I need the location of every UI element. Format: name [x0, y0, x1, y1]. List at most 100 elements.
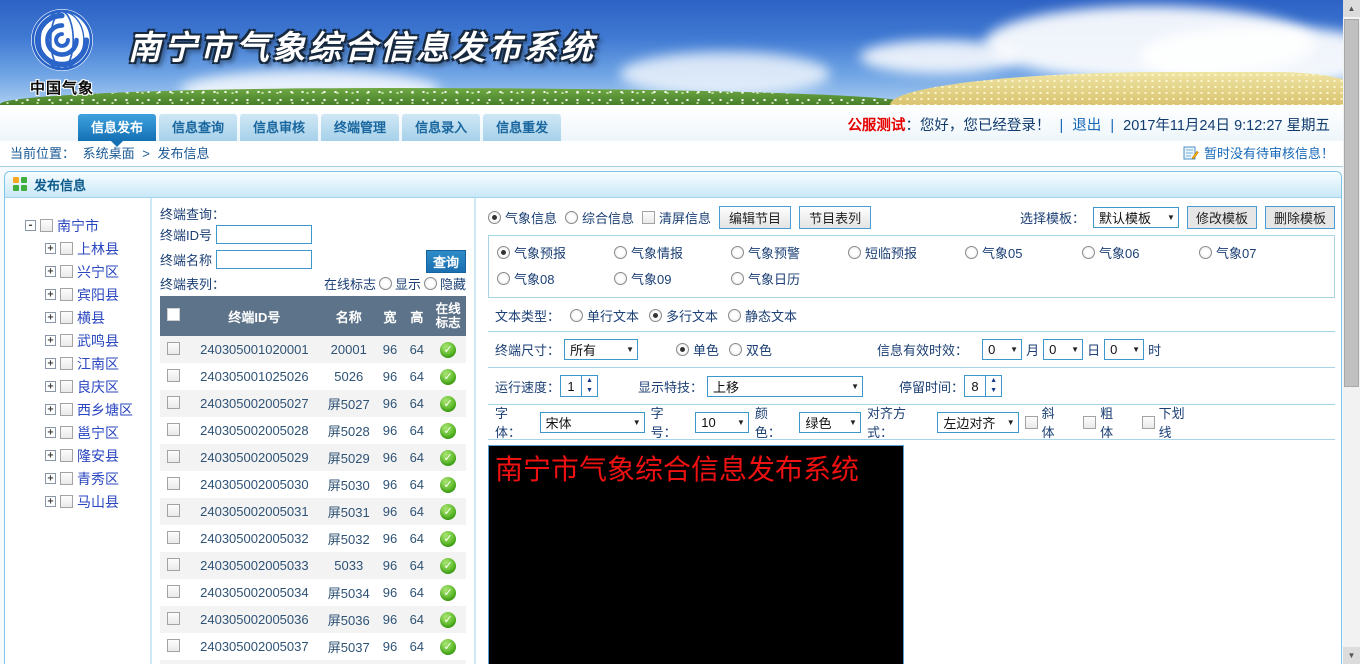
category-radio[interactable]: 气象预警 — [731, 243, 848, 262]
tree-item[interactable]: + 上林县 — [45, 237, 150, 260]
tree-item[interactable]: + 宾阳县 — [45, 283, 150, 306]
tree-checkbox[interactable] — [60, 242, 73, 255]
tree-checkbox[interactable] — [60, 357, 73, 370]
search-button[interactable]: 查询 — [426, 250, 466, 273]
font-style-checkbox[interactable]: 斜体 — [1025, 403, 1068, 441]
expand-icon[interactable]: + — [45, 473, 56, 484]
category-radio[interactable]: 气象情报 — [614, 243, 731, 262]
message-preview[interactable]: 南宁市气象综合信息发布系统 — [488, 445, 904, 664]
row-checkbox[interactable] — [167, 396, 180, 409]
validity-hour-select[interactable]: 0▼ — [1104, 339, 1144, 360]
nav-tab[interactable]: 信息审核 — [240, 114, 318, 141]
tree-item[interactable]: + 江南区 — [45, 352, 150, 375]
category-radio[interactable]: 气象05 — [965, 243, 1082, 262]
expand-icon[interactable]: + — [45, 335, 56, 346]
row-checkbox[interactable] — [167, 531, 180, 544]
tree-item[interactable]: + 青秀区 — [45, 467, 150, 490]
expand-icon[interactable]: + — [45, 358, 56, 369]
scroll-down-button[interactable]: ▼ — [1343, 647, 1360, 664]
terminal-row[interactable]: 240305002005030 屏5030 96 64 ✓ — [160, 471, 466, 498]
delete-template-button[interactable]: 删除模板 — [1265, 206, 1335, 229]
expand-icon[interactable]: + — [45, 381, 56, 392]
speed-stepper[interactable]: 1 ▲▼ — [560, 375, 598, 397]
stay-stepper[interactable]: 8 ▲▼ — [964, 375, 1002, 397]
terminal-row[interactable]: 240305002005033 5033 96 64 ✓ — [160, 552, 466, 579]
show-radio[interactable] — [379, 277, 392, 290]
category-radio[interactable]: 气象日历 — [731, 269, 848, 288]
edit-program-button[interactable]: 编辑节目 — [719, 206, 791, 229]
category-radio[interactable]: 气象预报 — [497, 243, 614, 262]
expand-icon[interactable]: + — [45, 427, 56, 438]
font-size-select[interactable]: 10▼ — [695, 412, 749, 433]
font-select[interactable]: 宋体▼ — [540, 412, 645, 433]
tree-checkbox[interactable] — [60, 449, 73, 462]
color-select[interactable]: 绿色▼ — [799, 412, 860, 433]
font-style-checkbox[interactable]: 粗体 — [1083, 403, 1126, 441]
tree-checkbox[interactable] — [60, 288, 73, 301]
color-mode-radio[interactable]: 双色 — [729, 340, 772, 359]
tree-checkbox[interactable] — [60, 472, 73, 485]
terminal-row[interactable]: 240305002005038 屏5038 96 64 ✓ — [160, 660, 466, 664]
terminal-row[interactable]: 240305002005034 屏5034 96 64 ✓ — [160, 579, 466, 606]
clear-screen-checkbox[interactable]: 清屏信息 — [642, 208, 711, 227]
template-select[interactable]: 默认模板▼ — [1093, 207, 1179, 228]
breadcrumb-current[interactable]: 发布信息 — [158, 146, 210, 161]
tree-checkbox[interactable] — [60, 403, 73, 416]
tree-item[interactable]: + 兴宁区 — [45, 260, 150, 283]
terminal-size-select[interactable]: 所有▼ — [564, 339, 638, 360]
expand-icon[interactable]: + — [45, 496, 56, 507]
terminal-row[interactable]: 240305002005031 屏5031 96 64 ✓ — [160, 498, 466, 525]
tree-checkbox[interactable] — [60, 426, 73, 439]
vertical-scrollbar[interactable]: ▲ ▼ — [1343, 0, 1360, 664]
row-checkbox[interactable] — [167, 585, 180, 598]
row-checkbox[interactable] — [167, 612, 180, 625]
expand-icon[interactable]: + — [45, 450, 56, 461]
nav-tab[interactable]: 信息重发 — [483, 114, 561, 141]
terminal-row[interactable]: 240305002005029 屏5029 96 64 ✓ — [160, 444, 466, 471]
terminal-row[interactable]: 240305001025026 5026 96 64 ✓ — [160, 363, 466, 390]
tree-checkbox[interactable] — [60, 265, 73, 278]
modify-template-button[interactable]: 修改模板 — [1187, 206, 1257, 229]
font-style-checkbox[interactable]: 下划线 — [1142, 403, 1197, 441]
tree-item[interactable]: + 邕宁区 — [45, 421, 150, 444]
terminal-row[interactable]: 240305002005037 屏5037 96 64 ✓ — [160, 633, 466, 660]
terminal-row[interactable]: 240305002005036 屏5036 96 64 ✓ — [160, 606, 466, 633]
color-mode-radio[interactable]: 单色 — [676, 340, 719, 359]
row-checkbox[interactable] — [167, 450, 180, 463]
tree-checkbox[interactable] — [60, 380, 73, 393]
info-type-radio[interactable]: 气象信息 — [488, 208, 557, 227]
nav-tab[interactable]: 信息发布 — [78, 114, 156, 141]
tree-item[interactable]: + 马山县 — [45, 490, 150, 513]
tree-checkbox[interactable] — [40, 219, 53, 232]
tree-item[interactable]: + 西乡塘区 — [45, 398, 150, 421]
expand-icon[interactable]: + — [45, 243, 56, 254]
expand-icon[interactable]: + — [45, 312, 56, 323]
collapse-icon[interactable]: - — [25, 220, 36, 231]
text-type-radio[interactable]: 静态文本 — [728, 306, 797, 325]
terminal-row[interactable]: 240305002005032 屏5032 96 64 ✓ — [160, 525, 466, 552]
expand-icon[interactable]: + — [45, 289, 56, 300]
tree-item[interactable]: + 武鸣县 — [45, 329, 150, 352]
row-checkbox[interactable] — [167, 477, 180, 490]
row-checkbox[interactable] — [167, 558, 180, 571]
effect-select[interactable]: 上移▼ — [707, 376, 863, 397]
scrollbar-thumb[interactable] — [1344, 19, 1359, 387]
scroll-up-button[interactable]: ▲ — [1343, 0, 1360, 17]
tree-item-root[interactable]: - 南宁市 — [25, 214, 150, 237]
category-radio[interactable]: 气象08 — [497, 269, 614, 288]
row-checkbox[interactable] — [167, 423, 180, 436]
spinner-up-icon[interactable]: ▲ — [582, 376, 597, 386]
spinner-down-icon[interactable]: ▼ — [582, 386, 597, 396]
category-radio[interactable]: 气象09 — [614, 269, 731, 288]
text-type-radio[interactable]: 单行文本 — [570, 306, 639, 325]
expand-icon[interactable]: + — [45, 266, 56, 277]
row-checkbox[interactable] — [167, 639, 180, 652]
select-all-checkbox[interactable] — [167, 308, 180, 321]
align-select[interactable]: 左边对齐▼ — [937, 412, 1018, 433]
terminal-id-input[interactable] — [216, 225, 312, 244]
tree-checkbox[interactable] — [60, 334, 73, 347]
validity-day-select[interactable]: 0▼ — [1043, 339, 1083, 360]
validity-month-select[interactable]: 0▼ — [982, 339, 1022, 360]
info-type-radio[interactable]: 综合信息 — [565, 208, 634, 227]
nav-tab[interactable]: 终端管理 — [321, 114, 399, 141]
